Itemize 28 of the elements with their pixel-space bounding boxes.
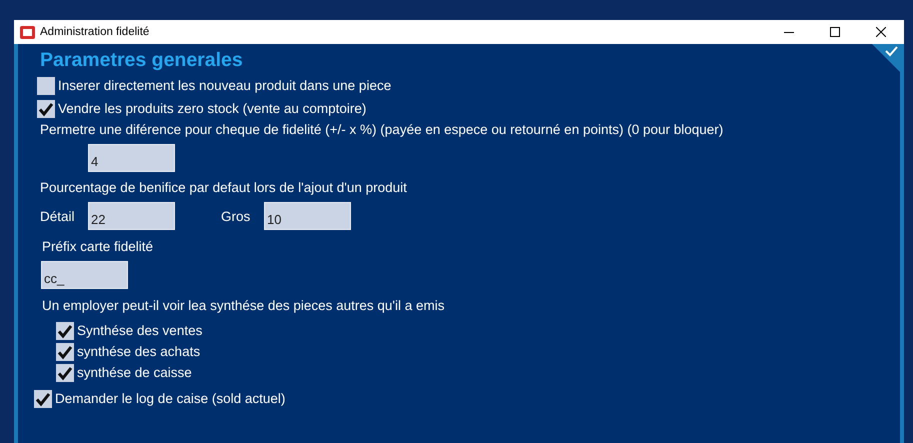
input-field[interactable]: cc_: [41, 261, 128, 289]
checkbox-label: synthése de caisse: [77, 365, 192, 380]
section-heading: Parametres generales: [40, 49, 243, 73]
maximize-icon: [830, 27, 840, 37]
field-label: Préfix carte fidelité: [42, 239, 154, 254]
checkbox[interactable]: [37, 76, 55, 94]
window-title: Administration fidelité: [40, 26, 150, 38]
checkbox-label: Synthése des ventes: [77, 323, 202, 338]
checkbox[interactable]: [56, 342, 74, 360]
checkbox-label: synthése des achats: [77, 344, 200, 359]
checkbox[interactable]: [56, 364, 74, 382]
input-field[interactable]: 22: [88, 202, 175, 230]
field-label: Gros: [221, 208, 252, 224]
field-label: Permetre une diférence pour cheque de fidelité (+/- x %) (payée en espece ou retourné en points) (0 pour bloquer): [40, 122, 724, 137]
field-label: Détail: [40, 208, 76, 224]
checkbox[interactable]: [34, 390, 52, 408]
corner-check-icon[interactable]: [872, 44, 900, 72]
checkbox-label: Vendre les produits zero stock (vente au comptoire): [58, 101, 366, 116]
checkbox[interactable]: [37, 100, 55, 118]
checkbox-label: Inserer directement les nouveau produit dans une piece: [58, 78, 392, 93]
input-field[interactable]: 4: [88, 144, 175, 172]
app-logo-icon: [20, 26, 35, 38]
field-label: Pourcentage de benifice par defaut lors de l'ajout d'un produit: [40, 180, 408, 195]
checkbox-label: Demander le log de caise (sold actuel): [55, 391, 286, 406]
checkbox[interactable]: [56, 322, 74, 340]
field-label: Un employer peut-il voir lea synthése des pieces autres qu'il a emis: [42, 298, 446, 313]
input-field[interactable]: 10: [264, 202, 351, 230]
close-icon: [876, 27, 886, 37]
